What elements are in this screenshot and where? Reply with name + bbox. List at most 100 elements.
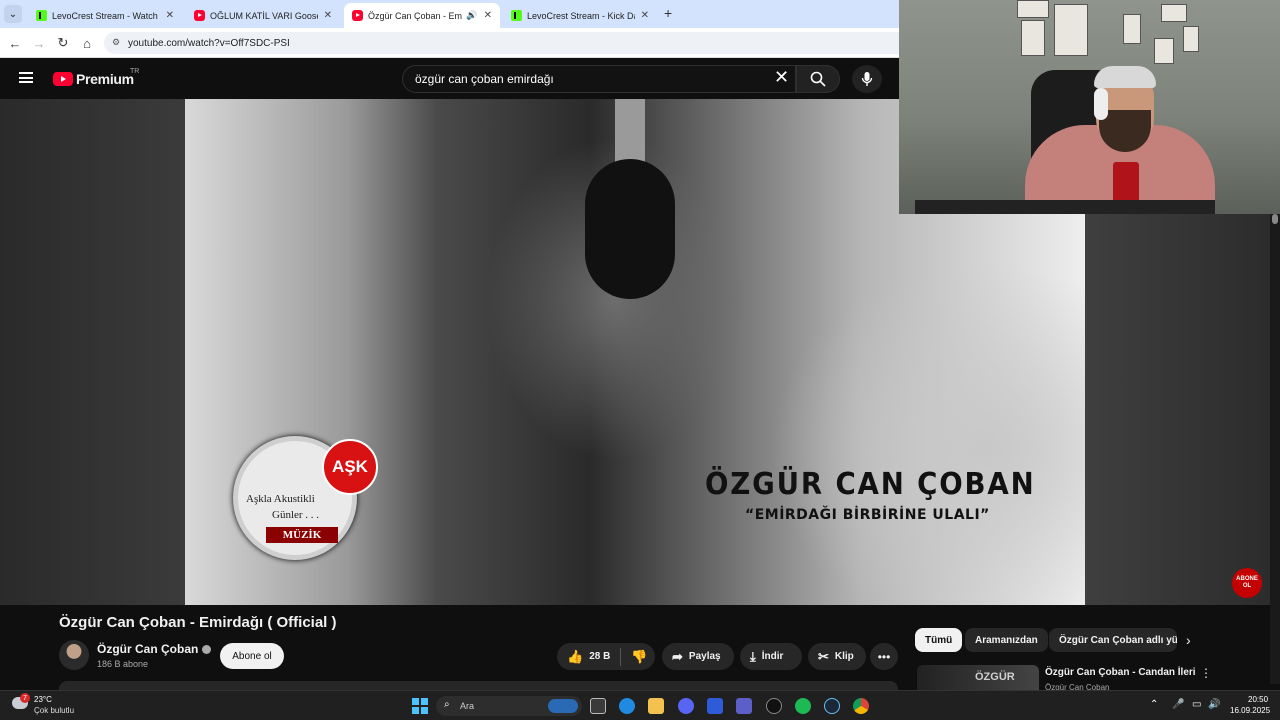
search-button[interactable] — [796, 65, 840, 93]
tab-levocrest-watch[interactable]: LevoCrest Stream - Watch Live ✕ — [28, 3, 182, 28]
share-icon: ➦ — [672, 648, 683, 664]
back-arrow-icon[interactable]: ← — [6, 34, 24, 52]
streamer-webcam — [899, 0, 1280, 214]
chip-all[interactable]: Tümü — [915, 628, 963, 652]
obs-icon[interactable] — [766, 698, 782, 714]
microphone-tray-icon[interactable]: 🎤 — [1172, 699, 1184, 710]
kick-favicon-icon — [511, 10, 522, 21]
video-overlay-subtitle: “EMİRDAĞI BİRBİRİNE ULALI” — [745, 507, 990, 523]
clip-button[interactable]: ✂ Klip — [808, 643, 866, 670]
close-tab-icon[interactable]: ✕ — [484, 10, 492, 21]
video-overlay-title: ÖZGÜR CAN ÇOBAN — [705, 467, 1036, 502]
ambient-left — [0, 99, 185, 605]
wall-poster — [1021, 20, 1045, 56]
kebab-menu-icon[interactable]: ⋮ — [1200, 666, 1212, 680]
kick-favicon-icon — [36, 10, 47, 21]
download-button[interactable]: ⤓ İndir — [740, 643, 802, 670]
ambient-right — [1085, 213, 1280, 605]
youtube-favicon-icon — [194, 10, 205, 21]
share-button[interactable]: ➦ Paylaş — [662, 643, 734, 670]
menu-icon[interactable] — [19, 72, 33, 83]
discord-icon[interactable] — [678, 698, 694, 714]
channel-avatar[interactable] — [59, 640, 89, 670]
more-actions-icon[interactable]: ••• — [870, 643, 898, 670]
browser-tab-strip: ⌄ LevoCrest Stream - Watch Live ✕ OĞLUM … — [0, 0, 900, 28]
store-icon[interactable] — [707, 698, 723, 714]
teams-icon[interactable] — [736, 698, 752, 714]
forward-arrow-icon[interactable]: → — [30, 34, 48, 52]
volume-icon[interactable]: 🔊 — [1208, 699, 1220, 710]
thumbs-up-icon[interactable]: 👍 — [567, 649, 583, 665]
clock-date[interactable]: 16.09.2025 — [1230, 706, 1270, 715]
youtube-favicon-icon — [352, 10, 363, 21]
url-text: youtube.com/watch?v=Off7SDC-PSI — [128, 37, 290, 49]
recommended-title[interactable]: Özgür Can Çoban - Candan İleri — [1045, 667, 1196, 678]
wall-poster — [1054, 4, 1088, 56]
widget-icon[interactable] — [548, 699, 578, 713]
close-tab-icon[interactable]: ✕ — [166, 10, 174, 21]
country-code: TR — [130, 68, 140, 75]
close-tab-icon[interactable]: ✕ — [324, 10, 332, 21]
search-icon — [810, 71, 826, 87]
channel-name[interactable]: Özgür Can Çoban — [97, 642, 212, 656]
spotify-icon[interactable] — [795, 698, 811, 714]
temperature[interactable]: 23°C — [34, 695, 52, 704]
page-scrollbar[interactable] — [1270, 214, 1280, 684]
like-count[interactable]: 28 B — [589, 651, 610, 662]
site-info-icon[interactable]: ⚙ — [112, 37, 120, 48]
microphone-icon — [861, 72, 873, 86]
tab-goose-goose[interactable]: OĞLUM KATİL VARI Goose Goo ✕ — [186, 3, 340, 28]
subscribe-button[interactable]: Abone ol — [220, 643, 284, 669]
close-tab-icon[interactable]: ✕ — [641, 10, 649, 21]
headphones — [1094, 88, 1108, 120]
windows-start-icon[interactable] — [412, 698, 428, 714]
new-tab-icon[interactable]: + — [664, 5, 672, 21]
network-icon[interactable]: ▭ — [1192, 699, 1201, 710]
youtube-header: Premium TR özgür can çoban emirdağı ✕ — [0, 58, 900, 99]
download-icon: ⤓ — [750, 648, 756, 664]
task-view-icon[interactable] — [590, 698, 606, 714]
file-explorer-icon[interactable] — [648, 698, 664, 714]
clear-search-icon[interactable]: ✕ — [774, 68, 789, 86]
chip-from-search[interactable]: Aramanızdan — [965, 628, 1048, 652]
wall-poster — [1123, 14, 1141, 44]
audio-playing-icon[interactable]: 🔊 — [466, 10, 477, 21]
mic-arm — [915, 200, 1215, 214]
search-input[interactable]: özgür can çoban emirdağı — [402, 65, 796, 93]
search-icon: ⌕ — [444, 699, 450, 710]
chrome-icon[interactable] — [853, 698, 869, 714]
tab-kick-dashboard[interactable]: LevoCrest Stream - Kick Dashbo ✕ — [503, 3, 657, 28]
windows-taskbar: 7 23°C Çok bulutlu ⌕ Ara ⌃ 🎤 ▭ 🔊 20:50 1… — [0, 690, 1280, 720]
scroll-thumb[interactable] — [1272, 214, 1278, 224]
wall-poster — [1154, 38, 1174, 64]
subscribe-watermark[interactable]: ABONE OL — [1232, 568, 1262, 598]
edge-icon[interactable] — [619, 698, 635, 714]
weather-description[interactable]: Çok bulutlu — [34, 706, 74, 715]
scissors-icon: ✂ — [818, 648, 829, 664]
address-bar[interactable]: ⚙ youtube.com/watch?v=Off7SDC-PSI — [104, 32, 904, 54]
recommended-thumbnail[interactable]: ÖZGÜR — [917, 665, 1039, 690]
tab-search-button[interactable]: ⌄ — [4, 5, 22, 23]
browser-toolbar: ← → ↻ ⌂ ⚙ youtube.com/watch?v=Off7SDC-PS… — [0, 28, 904, 58]
streamer-cap — [1094, 66, 1156, 88]
wall-poster — [1017, 0, 1049, 18]
verified-icon — [202, 645, 212, 655]
voice-search-button[interactable] — [852, 65, 882, 93]
youtube-logo[interactable]: Premium — [53, 71, 134, 87]
home-icon[interactable]: ⌂ — [78, 34, 96, 52]
chevron-right-icon[interactable]: › — [1186, 632, 1191, 648]
reload-icon[interactable]: ↻ — [54, 34, 72, 52]
chevron-up-icon[interactable]: ⌃ — [1150, 699, 1158, 710]
wall-poster — [1183, 26, 1199, 52]
clock-time[interactable]: 20:50 — [1248, 695, 1268, 704]
steam-icon[interactable] — [824, 698, 840, 714]
wall-poster — [1161, 4, 1187, 22]
like-dislike-group: 👍 28 B 👎 — [557, 643, 655, 670]
subscriber-count: 186 B abone — [97, 659, 149, 669]
tab-active-video[interactable]: Özgür Can Çoban - Emirdağ 🔊 ✕ — [344, 3, 500, 28]
thumbs-down-icon[interactable]: 👎 — [631, 649, 647, 665]
channel-badge-logo: AŞK Aşkla Akustikli Günler . . . MÜZİK — [233, 436, 378, 560]
video-title: Özgür Can Çoban - Emirdağı ( Official ) — [59, 614, 337, 631]
chip-channel[interactable]: Özgür Can Çoban adlı yü — [1049, 628, 1177, 652]
studio-microphone — [585, 159, 675, 299]
